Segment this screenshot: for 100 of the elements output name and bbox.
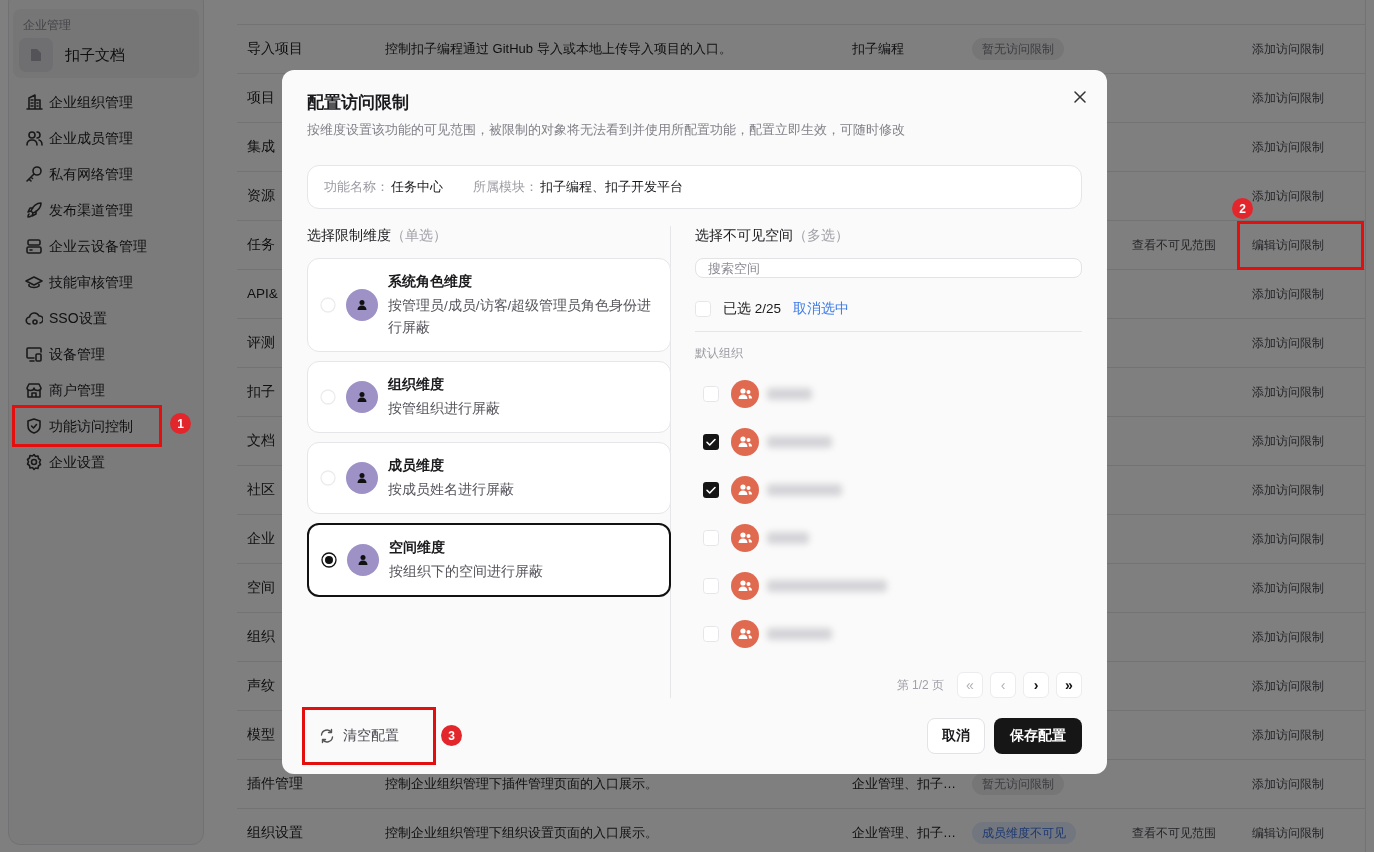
feature-name: 组织 bbox=[247, 628, 275, 644]
sidebar-item[interactable]: 设备管理 bbox=[13, 336, 161, 372]
blurred-name bbox=[767, 628, 832, 640]
sidebar-item[interactable]: 商户管理 bbox=[13, 372, 161, 408]
access-limit-link[interactable]: 添加访问限制 bbox=[1252, 726, 1324, 744]
server-icon bbox=[25, 237, 43, 255]
refresh-icon bbox=[319, 728, 335, 744]
access-limit-link[interactable]: 添加访问限制 bbox=[1252, 677, 1324, 695]
person-avatar-icon bbox=[346, 462, 378, 494]
dimension-option[interactable]: 系统角色维度 按管理员/成员/访客/超级管理员角色身份进行屏蔽 bbox=[307, 258, 671, 352]
cloud-icon bbox=[25, 309, 43, 327]
checkbox-icon[interactable] bbox=[703, 530, 719, 546]
access-limit-link[interactable]: 添加访问限制 bbox=[1252, 383, 1324, 401]
dimension-option[interactable]: 成员维度 按成员姓名进行屏蔽 bbox=[307, 442, 671, 514]
step-badge: 1 bbox=[170, 413, 191, 434]
info-value: 扣子编程、扣子开发平台 bbox=[540, 178, 683, 197]
pagination-button[interactable]: › bbox=[1023, 672, 1049, 698]
feature-name: 声纹 bbox=[247, 677, 275, 693]
feature-name: API& bbox=[247, 285, 278, 301]
cancel-button[interactable]: 取消 bbox=[927, 718, 985, 754]
sidebar-item[interactable]: SSO设置 bbox=[13, 300, 161, 336]
access-limit-link[interactable]: 添加访问限制 bbox=[1252, 628, 1324, 646]
access-limit-link[interactable]: 添加访问限制 bbox=[1252, 334, 1324, 352]
section-heading: 选择不可见空间 bbox=[695, 226, 793, 245]
building-icon bbox=[25, 93, 43, 111]
dimension-option[interactable]: 组织维度 按管组织进行屏蔽 bbox=[307, 361, 671, 433]
access-limit-link[interactable]: 添加访问限制 bbox=[1252, 579, 1324, 597]
workspace-name[interactable]: 扣子文档 bbox=[65, 43, 125, 67]
sidebar-item[interactable]: 发布渠道管理 bbox=[13, 192, 161, 228]
feature-name: 模型 bbox=[247, 726, 275, 742]
feature-name: 任务 bbox=[247, 236, 275, 252]
group-label: 默认组织 bbox=[695, 345, 744, 362]
key-icon bbox=[25, 165, 43, 183]
feature-description: 控制企业组织管理下组织设置页面的入口展示。 bbox=[385, 825, 658, 841]
checkbox-icon[interactable] bbox=[703, 626, 719, 642]
group-avatar-icon bbox=[731, 524, 759, 552]
clear-selection-link[interactable]: 取消选中 bbox=[793, 298, 850, 320]
option-description: 按组织下的空间进行屏蔽 bbox=[389, 563, 543, 581]
rocket-icon bbox=[25, 201, 43, 219]
checkbox-icon[interactable] bbox=[695, 301, 711, 317]
option-title: 空间维度 bbox=[389, 538, 446, 557]
sidebar-item[interactable]: 企业设置 bbox=[13, 444, 161, 480]
view-scope-link[interactable]: 查看不可见范围 bbox=[1132, 238, 1216, 253]
person-avatar-icon bbox=[346, 289, 378, 321]
blurred-name bbox=[767, 436, 832, 448]
graduation-cap-icon bbox=[25, 273, 43, 291]
group-avatar-icon bbox=[731, 428, 759, 456]
save-button[interactable]: 保存配置 bbox=[994, 718, 1082, 754]
option-description: 按成员姓名进行屏蔽 bbox=[388, 481, 514, 499]
feature-name: 文档 bbox=[247, 432, 275, 448]
access-limit-link[interactable]: 添加访问限制 bbox=[1252, 481, 1324, 499]
page-indicator: 第 1/2 页 bbox=[896, 677, 944, 694]
view-scope-link[interactable]: 查看不可见范围 bbox=[1132, 826, 1216, 841]
info-label: 功能名称： bbox=[324, 178, 389, 197]
group-avatar-icon bbox=[731, 476, 759, 504]
access-limit-link[interactable]: 添加访问限制 bbox=[1252, 187, 1324, 205]
document-icon bbox=[19, 38, 53, 72]
dimension-option[interactable]: 空间维度 按组织下的空间进行屏蔽 bbox=[307, 523, 671, 597]
group-avatar-icon bbox=[731, 572, 759, 600]
access-limit-link[interactable]: 添加访问限制 bbox=[1252, 530, 1324, 548]
pagination-button[interactable]: » bbox=[1056, 672, 1082, 698]
access-limit-link[interactable]: 添加访问限制 bbox=[1252, 432, 1324, 450]
access-limit-link[interactable]: 添加访问限制 bbox=[1252, 40, 1324, 58]
dialog-subtitle: 按维度设置该功能的可见范围，被限制的对象将无法看到并使用所配置功能，配置立即生效，可随时修改 bbox=[307, 120, 906, 139]
person-avatar-icon bbox=[346, 381, 378, 413]
close-button[interactable] bbox=[1071, 88, 1089, 106]
dialog-title: 配置访问限制 bbox=[307, 92, 409, 114]
monitor-icon bbox=[25, 345, 43, 363]
sidebar-item[interactable]: 企业云设备管理 bbox=[13, 228, 161, 264]
feature-name: 导入项目 bbox=[247, 40, 303, 56]
group-avatar-icon bbox=[731, 380, 759, 408]
option-title: 成员维度 bbox=[388, 456, 445, 475]
step-badge: 3 bbox=[441, 725, 462, 746]
access-limit-link[interactable]: 编辑访问限制 bbox=[1252, 824, 1324, 842]
blurred-name bbox=[767, 388, 812, 400]
reset-button[interactable]: 清空配置 bbox=[307, 718, 411, 754]
access-limit-link[interactable]: 添加访问限制 bbox=[1252, 138, 1324, 156]
option-description: 按管组织进行屏蔽 bbox=[388, 400, 500, 418]
option-description: 按管理员/成员/访客/超级管理员角色身份进行屏蔽 bbox=[388, 297, 653, 337]
feature-name: 集成 bbox=[247, 138, 275, 154]
checkbox-checked-icon[interactable] bbox=[703, 482, 719, 498]
checkbox-icon[interactable] bbox=[703, 578, 719, 594]
sidebar-item[interactable]: 企业组织管理 bbox=[13, 84, 161, 120]
sidebar-item[interactable]: 技能审核管理 bbox=[13, 264, 161, 300]
search-field[interactable]: 搜索空间 bbox=[695, 258, 1082, 278]
checkbox-icon[interactable] bbox=[703, 386, 719, 402]
selected-count: 已选 2/25 bbox=[723, 299, 782, 318]
feature-name: 评测 bbox=[247, 334, 275, 350]
sidebar-item[interactable]: 私有网络管理 bbox=[13, 156, 161, 192]
checkbox-checked-icon[interactable] bbox=[703, 434, 719, 450]
feature-name: 扣子 bbox=[247, 383, 275, 399]
access-limit-link[interactable]: 编辑访问限制 bbox=[1252, 236, 1324, 254]
access-limit-link[interactable]: 添加访问限制 bbox=[1252, 285, 1324, 303]
sidebar-item[interactable]: 企业成员管理 bbox=[13, 120, 161, 156]
sidebar-item[interactable]: 功能访问控制 bbox=[13, 408, 161, 444]
access-limit-link[interactable]: 添加访问限制 bbox=[1252, 89, 1324, 107]
feature-description: 控制企业组织管理下插件管理页面的入口展示。 bbox=[385, 776, 658, 792]
info-value: 任务中心 bbox=[391, 178, 443, 197]
access-limit-link[interactable]: 添加访问限制 bbox=[1252, 775, 1324, 793]
feature-name: 项目 bbox=[247, 89, 275, 105]
